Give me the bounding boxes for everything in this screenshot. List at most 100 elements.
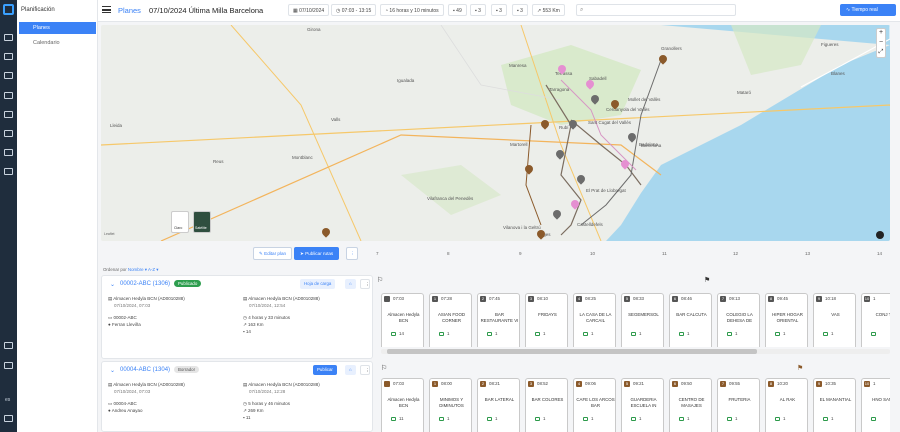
destination-time: 07/10/2024, 12:54 bbox=[249, 303, 286, 308]
sidebar-item-calendario[interactable]: Calendario bbox=[19, 37, 96, 49]
zoom-in-button[interactable]: + bbox=[877, 29, 885, 39]
list-icon[interactable] bbox=[4, 168, 13, 175]
status-badge: Borrador bbox=[174, 366, 200, 373]
stop-card[interactable]: 8 09:45 HIPER HOGAR ORIENTAL 1 bbox=[765, 293, 808, 347]
timeline-tick: 9 bbox=[519, 251, 522, 256]
fullscreen-icon[interactable]: ⤢ bbox=[877, 49, 885, 58]
lock-icon[interactable]: ⌂ bbox=[345, 279, 356, 289]
breadcrumb[interactable]: Planes bbox=[118, 6, 141, 15]
load-sheet-button[interactable]: Hoja de carga bbox=[300, 279, 336, 289]
layer-satellite[interactable]: Satélite bbox=[193, 211, 211, 233]
route-id[interactable]: 00004-ABC (1304) bbox=[120, 367, 170, 373]
stops-scrollbar[interactable] bbox=[381, 349, 890, 354]
chevron-down-icon[interactable]: ⌄ bbox=[110, 281, 115, 288]
stop-card[interactable]: 9 10:18 VAS 1 bbox=[813, 293, 856, 347]
sidebar-section-title: Planificación bbox=[21, 7, 55, 13]
stop-name: ASIAN FOOD CORNER bbox=[437, 312, 466, 323]
stop-number: 6 bbox=[672, 296, 678, 302]
stop-card[interactable]: 2 07:45 BAR RESTAURANTE VI 1 bbox=[477, 293, 520, 347]
stop-card[interactable]: 101 HNO SANT bbox=[861, 378, 890, 432]
stop-package-count: 1 bbox=[447, 416, 450, 421]
search-icon: ⌕ bbox=[580, 7, 584, 13]
sidebar-item-planes[interactable]: Planes bbox=[19, 22, 96, 34]
scrollbar-thumb[interactable] bbox=[387, 349, 757, 354]
map-label-place: Vilafranca del Penedès bbox=[427, 196, 474, 201]
stop-card[interactable]: 8 10:20 AL RAK 1 bbox=[765, 378, 808, 432]
stop-card[interactable]: 10 1 CONJ T bbox=[861, 293, 890, 347]
stop-card[interactable]: 5 09:21 GUARDERIA ESCUELA IN 1 bbox=[621, 378, 664, 432]
sort-order-select[interactable]: A-Z bbox=[148, 267, 155, 272]
logout-icon[interactable] bbox=[4, 415, 13, 422]
package-icon bbox=[775, 332, 780, 336]
route-id[interactable]: 00002-ABC (1306) bbox=[120, 281, 170, 287]
publish-button[interactable]: Publicar bbox=[313, 365, 337, 375]
stop-time: 1 bbox=[873, 381, 876, 386]
stop-card[interactable]: 1 08:00 MINIMOS Y DIMINUTOS 1 bbox=[429, 378, 472, 432]
stop-card[interactable]: 07:03 Almacen Hedyla BCN 11 bbox=[381, 378, 424, 432]
stop-card[interactable]: 4 08:25 LA CASA DE LA CARCAIL 1 bbox=[573, 293, 616, 347]
pallet-icon[interactable] bbox=[4, 149, 13, 156]
zoom-out-button[interactable]: − bbox=[877, 39, 885, 49]
more-options-button[interactable]: ⋮ bbox=[346, 247, 358, 260]
destination-time: 07/10/2024, 12:28 bbox=[249, 389, 286, 394]
stop-time: 09:21 bbox=[633, 381, 644, 386]
route-card[interactable]: ⌄ 00004-ABC (1304) Borrador Publicar ⌂ ⋮… bbox=[101, 361, 373, 432]
time-range-pill: ◷ 07:03 - 13:15 bbox=[331, 4, 377, 16]
stop-card[interactable]: 5 08:33 SEGEMERSOL 1 bbox=[621, 293, 664, 347]
menu-icon[interactable] bbox=[102, 6, 111, 13]
settings-icon[interactable] bbox=[4, 342, 13, 349]
stop-card[interactable]: 3 08:10 FRIDAYS 1 bbox=[525, 293, 568, 347]
map-attribution: Leaflet bbox=[104, 232, 115, 236]
stop-card[interactable]: 3 08:52 BAR COLORES 1 bbox=[525, 378, 568, 432]
stop-card[interactable]: 6 08:46 BAR CALCUTA 1 bbox=[669, 293, 712, 347]
more-options-button[interactable]: ⋮ bbox=[360, 279, 370, 289]
info-icon[interactable] bbox=[876, 231, 884, 239]
stop-card[interactable]: 6 09:50 CENTRO DE MASAJES 1 bbox=[669, 378, 712, 432]
search-input[interactable]: ⌕ bbox=[576, 4, 736, 16]
route-card[interactable]: ⌄ 00002-ABC (1306) Publicado Hoja de car… bbox=[101, 275, 373, 359]
map-label-place: Blanes bbox=[831, 71, 845, 76]
stop-name: CAFE LOS ARCOS BAR bbox=[576, 397, 615, 408]
origin-address: ▤ Almacen Hedyla BCN (AD0010288) bbox=[108, 382, 185, 387]
more-options-button[interactable]: ⋮ bbox=[360, 365, 370, 375]
document-icon[interactable] bbox=[4, 34, 13, 41]
chevron-down-icon[interactable]: ⌄ bbox=[110, 367, 115, 374]
vehicles-stat: ▪ 3 bbox=[491, 4, 507, 16]
timeline-tick: 11 bbox=[662, 251, 667, 256]
stop-card[interactable]: 4 09:06 CAFE LOS ARCOS BAR 1 bbox=[573, 378, 616, 432]
routes-stat: ▪ 3 bbox=[470, 4, 486, 16]
app-rail: es bbox=[0, 0, 17, 432]
database-icon[interactable] bbox=[4, 130, 13, 137]
language-selector[interactable]: es bbox=[5, 397, 10, 403]
stop-card[interactable]: 7 09:13 COLEGIO LA DEHESA DE 1 bbox=[717, 293, 760, 347]
euro-icon[interactable] bbox=[4, 111, 13, 118]
map-label-place: Granollers bbox=[661, 46, 682, 51]
stop-card[interactable]: 07:03 Almacen Hedyla BCN 14 bbox=[381, 293, 424, 347]
map-label-place: Mollet del Vallès bbox=[628, 97, 661, 102]
chart-icon[interactable] bbox=[4, 92, 13, 99]
publish-routes-button[interactable]: ➤ Publicar rutas bbox=[294, 247, 340, 260]
stop-number: 10 bbox=[864, 381, 870, 387]
stop-card[interactable]: 2 08:21 BAR LATERAL 1 bbox=[477, 378, 520, 432]
edit-plan-button[interactable]: ✎ Editar plan bbox=[253, 247, 293, 260]
map-label-place: Igualada bbox=[397, 78, 415, 83]
map-label-place: Rubí bbox=[559, 125, 569, 130]
package-icon bbox=[583, 332, 588, 336]
truck-icon[interactable] bbox=[4, 53, 13, 60]
mail-icon[interactable] bbox=[4, 362, 13, 369]
stop-name: GUARDERIA ESCUELA IN bbox=[630, 397, 657, 408]
lock-icon[interactable]: ⌂ bbox=[345, 365, 356, 375]
stop-number: 3 bbox=[528, 381, 534, 387]
stop-package-count: 1 bbox=[543, 416, 546, 421]
layer-light[interactable]: Claro bbox=[171, 211, 189, 233]
stop-card[interactable]: 7 09:55 FRUTERIA 1 bbox=[717, 378, 760, 432]
sort-field-select[interactable]: Nombre bbox=[128, 267, 144, 272]
stop-card[interactable]: 9 10:35 EL MANANTIAL 1 bbox=[813, 378, 856, 432]
route-map[interactable]: Girona Lleida Tarragona Barcelona Badalo… bbox=[101, 25, 890, 241]
pin-icon[interactable] bbox=[4, 72, 13, 79]
stop-name: FRIDAYS bbox=[538, 312, 557, 317]
timeline-tick: 7 bbox=[376, 251, 379, 256]
stop-card[interactable]: 1 07:28 ASIAN FOOD CORNER 1 bbox=[429, 293, 472, 347]
stop-time: 1 bbox=[873, 296, 876, 301]
realtime-button[interactable]: ∿ Tiempo real bbox=[840, 4, 896, 16]
